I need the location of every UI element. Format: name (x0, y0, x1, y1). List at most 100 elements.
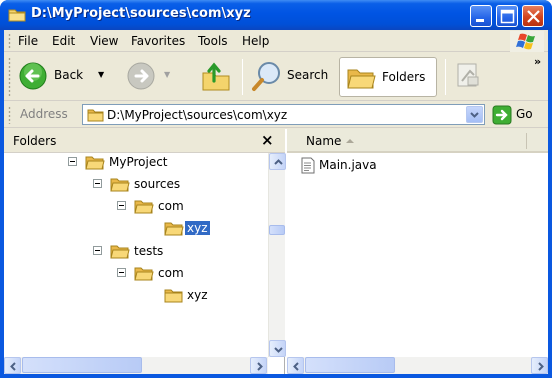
folder-open-icon (164, 222, 184, 236)
address-bar: Address D:\MyProject\sources\com\xyz Go (4, 102, 548, 128)
collapse-icon[interactable] (117, 201, 126, 210)
search-button[interactable]: Search (251, 59, 335, 95)
back-dropdown-icon[interactable]: ▼ (98, 70, 104, 79)
forward-dropdown-icon[interactable]: ▼ (164, 70, 170, 79)
chevron-down-icon (274, 347, 283, 353)
forward-arrow-icon (127, 62, 155, 90)
chevron-left-icon (293, 362, 299, 371)
go-arrow-icon (492, 105, 512, 125)
folder-open-icon (85, 156, 105, 170)
scroll-left-button[interactable] (287, 357, 304, 374)
tree-label: com (158, 199, 184, 213)
file-list-pane: Name Main.java (287, 129, 548, 374)
toolbar-overflow-icon[interactable]: » (534, 55, 541, 68)
scroll-up-button[interactable] (269, 153, 286, 170)
menu-bar: File Edit View Favorites Tools Help (4, 30, 548, 52)
address-label: Address (20, 107, 68, 121)
scroll-left-button[interactable] (4, 357, 21, 374)
views-icon (457, 63, 479, 87)
address-input[interactable]: D:\MyProject\sources\com\xyz (82, 104, 485, 125)
close-button[interactable] (522, 5, 544, 27)
folder-up-icon (202, 62, 230, 91)
file-name: Main.java (319, 158, 377, 172)
forward-button[interactable]: ▼ (126, 61, 176, 93)
standard-toolbar: Back ▼ ▼ Search Folders » (4, 53, 548, 101)
windows-logo-icon (510, 31, 544, 52)
address-grip[interactable] (8, 106, 11, 124)
content-area: Folders × MyProject sources com xyz test… (4, 129, 548, 374)
chevron-up-icon (274, 159, 283, 165)
toolbar-separator (242, 59, 243, 95)
folders-pane: Folders × MyProject sources com xyz test… (4, 129, 286, 374)
tree-item-com[interactable]: com (117, 264, 217, 284)
column-header-name[interactable]: Name (287, 129, 548, 153)
chevron-down-icon (470, 112, 479, 118)
folders-pane-close-icon[interactable]: × (261, 131, 274, 149)
menu-file[interactable]: File (18, 34, 38, 48)
tree-item-sources[interactable]: sources (93, 175, 213, 195)
search-icon (252, 62, 280, 91)
window-title: D:\MyProject\sources\com\xyz (31, 6, 251, 21)
menu-view[interactable]: View (90, 34, 118, 48)
folders-label: Folders (382, 70, 426, 84)
chevron-left-icon (10, 362, 16, 371)
scroll-thumb[interactable] (22, 357, 142, 373)
collapse-icon[interactable] (68, 157, 77, 166)
folder-open-icon (134, 200, 154, 214)
toolbar-grip[interactable] (8, 57, 11, 97)
address-value: D:\MyProject\sources\com\xyz (107, 108, 288, 122)
window-frame: File Edit View Favorites Tools Help Back… (4, 30, 548, 374)
views-button[interactable] (454, 61, 482, 91)
text-file-icon (301, 157, 315, 174)
title-bar[interactable]: D:\MyProject\sources\com\xyz (0, 0, 552, 30)
scroll-thumb[interactable] (305, 357, 395, 373)
collapse-icon[interactable] (117, 268, 126, 277)
folders-vertical-scrollbar[interactable] (268, 153, 286, 357)
address-dropdown-button[interactable] (466, 106, 483, 123)
minimize-button[interactable] (470, 5, 492, 27)
menu-favorites[interactable]: Favorites (131, 34, 185, 48)
menu-help[interactable]: Help (242, 34, 269, 48)
menu-grip[interactable] (8, 33, 11, 49)
folders-horizontal-scrollbar[interactable] (4, 357, 268, 374)
go-button[interactable]: Go (492, 105, 544, 125)
up-button[interactable] (200, 59, 234, 93)
scroll-down-button[interactable] (269, 340, 286, 357)
tree-item-com[interactable]: com (117, 197, 217, 217)
column-divider[interactable] (526, 133, 527, 149)
folders-icon (347, 69, 376, 89)
tree-label-selected: xyz (185, 221, 210, 235)
folders-pane-title: Folders (13, 134, 57, 148)
tree-item-xyz[interactable]: xyz (164, 286, 244, 306)
collapse-icon[interactable] (93, 179, 102, 188)
tree-label: MyProject (109, 155, 168, 169)
explorer-window: D:\MyProject\sources\com\xyz File Edit V… (0, 0, 552, 378)
tree-item-xyz-selected[interactable]: xyz (164, 219, 244, 239)
tree-item-tests[interactable]: tests (93, 242, 213, 262)
files-horizontal-scrollbar[interactable] (287, 357, 548, 374)
scroll-thumb[interactable] (269, 225, 285, 235)
tree-label: sources (134, 177, 181, 191)
collapse-icon[interactable] (93, 246, 102, 255)
go-label: Go (516, 107, 533, 121)
tree-label: xyz (187, 288, 208, 302)
sort-ascending-icon (346, 139, 354, 143)
folders-pane-header: Folders × (4, 129, 285, 153)
folder-icon (164, 289, 183, 303)
tree-item-myproject[interactable]: MyProject (68, 153, 208, 173)
menu-tools[interactable]: Tools (198, 34, 228, 48)
column-name-label: Name (306, 134, 342, 148)
folder-open-icon (110, 245, 130, 259)
back-button[interactable]: Back ▼ (18, 61, 118, 93)
search-label: Search (287, 68, 329, 82)
back-arrow-icon (19, 62, 47, 90)
scroll-right-button[interactable] (250, 357, 267, 374)
tree-label: com (158, 266, 184, 280)
menu-edit[interactable]: Edit (52, 34, 75, 48)
folder-icon (8, 7, 26, 22)
maximize-button[interactable] (496, 5, 518, 27)
toolbar-separator (445, 59, 446, 95)
chevron-right-icon (538, 362, 544, 371)
scroll-right-button[interactable] (531, 357, 548, 374)
folders-button[interactable]: Folders (339, 57, 437, 97)
